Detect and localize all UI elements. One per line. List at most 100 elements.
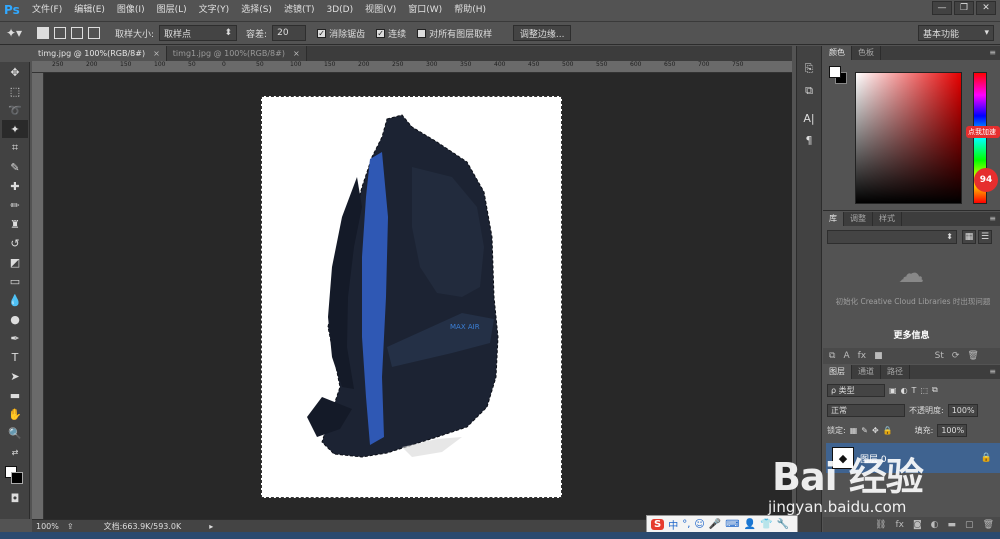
emoji-icon[interactable]: ☺: [694, 519, 704, 530]
keyboard-icon[interactable]: ⌨: [725, 519, 739, 530]
menu-filter[interactable]: 滤镜(T): [278, 0, 321, 20]
more-info-link[interactable]: 更多信息: [823, 328, 1000, 341]
stock-icon[interactable]: St: [935, 351, 944, 361]
pen-tool-icon[interactable]: ✒: [2, 329, 28, 347]
eraser-tool-icon[interactable]: ◩: [2, 253, 28, 271]
tab-timg[interactable]: timg.jpg @ 100%(RGB/8#) ×: [32, 46, 167, 61]
close-icon[interactable]: ×: [153, 49, 160, 58]
tab-styles[interactable]: 样式: [873, 212, 902, 226]
filter-type-icon[interactable]: T: [912, 386, 917, 395]
restore-button[interactable]: ❐: [954, 1, 974, 15]
subtract-selection-icon[interactable]: [71, 27, 83, 39]
sync-icon[interactable]: ⟳: [952, 351, 960, 361]
menu-type[interactable]: 文字(Y): [193, 0, 236, 20]
background-color-swatch[interactable]: [11, 472, 23, 484]
dodge-tool-icon[interactable]: ●: [2, 310, 28, 328]
tab-channels[interactable]: 通道: [852, 365, 881, 379]
path-selection-tool-icon[interactable]: ➤: [2, 367, 28, 385]
menu-select[interactable]: 选择(S): [235, 0, 278, 20]
zoom-level[interactable]: 100%: [36, 522, 59, 531]
status-menu-icon[interactable]: ▸: [209, 522, 213, 531]
panel-menu-icon[interactable]: ≡: [985, 46, 1000, 60]
menu-file[interactable]: 文件(F): [26, 0, 68, 20]
grid-view-icon[interactable]: ▦: [962, 230, 976, 244]
move-tool-icon[interactable]: ✥: [2, 63, 28, 81]
opacity-input[interactable]: 100%: [947, 403, 978, 417]
menu-edit[interactable]: 编辑(E): [68, 0, 111, 20]
tab-library[interactable]: 库: [823, 212, 844, 226]
user-icon[interactable]: 👤: [744, 519, 756, 530]
add-graphic-icon[interactable]: ■: [874, 351, 883, 361]
rectangle-tool-icon[interactable]: ▬: [2, 386, 28, 404]
menu-image[interactable]: 图像(I): [111, 0, 151, 20]
menu-window[interactable]: 窗口(W): [402, 0, 448, 20]
document-info[interactable]: 文档:663.9K/593.0K: [104, 521, 182, 532]
history-brush-tool-icon[interactable]: ↺: [2, 234, 28, 252]
eyedropper-tool-icon[interactable]: ✎: [2, 158, 28, 176]
healing-brush-tool-icon[interactable]: ✚: [2, 177, 28, 195]
all-layers-checkbox[interactable]: 对所有图层取样: [417, 27, 492, 40]
magic-wand-icon[interactable]: ✦▾: [6, 26, 32, 40]
antialias-checkbox[interactable]: ✓ 消除锯齿: [317, 27, 365, 40]
tab-swatches[interactable]: 色板: [852, 46, 881, 60]
properties-icon[interactable]: ⧉: [799, 82, 819, 100]
menu-view[interactable]: 视图(V): [359, 0, 402, 20]
quick-mask-icon[interactable]: ◘: [2, 489, 28, 507]
foreground-color-swatch[interactable]: [829, 66, 841, 78]
ime-mode[interactable]: 中: [668, 517, 678, 532]
microphone-icon[interactable]: 🎤: [709, 519, 721, 530]
document-canvas[interactable]: MAX AIR: [261, 96, 562, 498]
contiguous-checkbox[interactable]: ✓ 连续: [376, 27, 406, 40]
refine-edge-button[interactable]: 调整边缘...: [513, 25, 572, 41]
close-icon[interactable]: ×: [293, 49, 300, 58]
add-selection-icon[interactable]: [54, 27, 66, 39]
lasso-tool-icon[interactable]: ➰: [2, 101, 28, 119]
intersect-selection-icon[interactable]: [88, 27, 100, 39]
swap-colors-icon[interactable]: ⇄: [2, 443, 28, 461]
zoom-tool-icon[interactable]: 🔍: [2, 424, 28, 442]
history-icon[interactable]: ⎘: [799, 60, 819, 78]
clone-stamp-tool-icon[interactable]: ♜: [2, 215, 28, 233]
library-select[interactable]: ⬍: [827, 230, 957, 244]
trash-icon[interactable]: 🗑: [967, 351, 978, 361]
close-button[interactable]: ✕: [976, 1, 996, 15]
hand-tool-icon[interactable]: ✋: [2, 405, 28, 423]
character-icon[interactable]: A|: [799, 110, 819, 128]
menu-layer[interactable]: 图层(L): [151, 0, 193, 20]
tab-adjustments[interactable]: 调整: [844, 212, 873, 226]
type-tool-icon[interactable]: T: [2, 348, 28, 366]
speed-up-widget[interactable]: 点我加速 94: [966, 122, 1000, 206]
tab-color[interactable]: 颜色: [823, 46, 852, 60]
list-view-icon[interactable]: ☰: [978, 230, 992, 244]
sample-size-select[interactable]: 取样点 ⬍: [159, 25, 238, 41]
panel-menu-icon[interactable]: ≡: [985, 365, 1000, 379]
menu-3d[interactable]: 3D(D): [320, 0, 359, 20]
new-selection-icon[interactable]: [37, 27, 49, 39]
add-asset-icon[interactable]: ⧉: [829, 351, 835, 361]
brush-tool-icon[interactable]: ✏: [2, 196, 28, 214]
color-picker-field[interactable]: [855, 72, 962, 204]
filter-adjustment-icon[interactable]: ◐: [901, 386, 908, 395]
tab-timg1[interactable]: timg1.jpg @ 100%(RGB/8#) ×: [166, 46, 307, 61]
workspace-select[interactable]: 基本功能 ▾: [918, 25, 994, 41]
tab-layers[interactable]: 图层: [823, 365, 852, 379]
punctuation-icon[interactable]: °,: [682, 519, 690, 530]
blend-mode-select[interactable]: 正常: [827, 403, 905, 417]
minimize-button[interactable]: —: [932, 1, 952, 15]
filter-shape-icon[interactable]: ⬚: [920, 386, 928, 395]
blur-tool-icon[interactable]: 💧: [2, 291, 28, 309]
gradient-tool-icon[interactable]: ▭: [2, 272, 28, 290]
crop-tool-icon[interactable]: ⌗: [2, 139, 28, 157]
tolerance-input[interactable]: 20: [272, 25, 307, 41]
panel-menu-icon[interactable]: ≡: [985, 212, 1000, 226]
paragraph-icon[interactable]: ¶: [799, 132, 819, 150]
tab-paths[interactable]: 路径: [881, 365, 910, 379]
magic-wand-tool-icon[interactable]: ✦: [2, 120, 28, 138]
marquee-tool-icon[interactable]: ⬚: [2, 82, 28, 100]
add-layer-style-icon[interactable]: fx: [858, 351, 867, 361]
menu-help[interactable]: 帮助(H): [448, 0, 492, 20]
add-character-style-icon[interactable]: A: [843, 351, 849, 361]
layer-filter-select[interactable]: ρ 类型: [827, 383, 885, 397]
filter-smart-object-icon[interactable]: ⧉: [932, 385, 938, 395]
share-icon[interactable]: ⇪: [67, 522, 74, 531]
